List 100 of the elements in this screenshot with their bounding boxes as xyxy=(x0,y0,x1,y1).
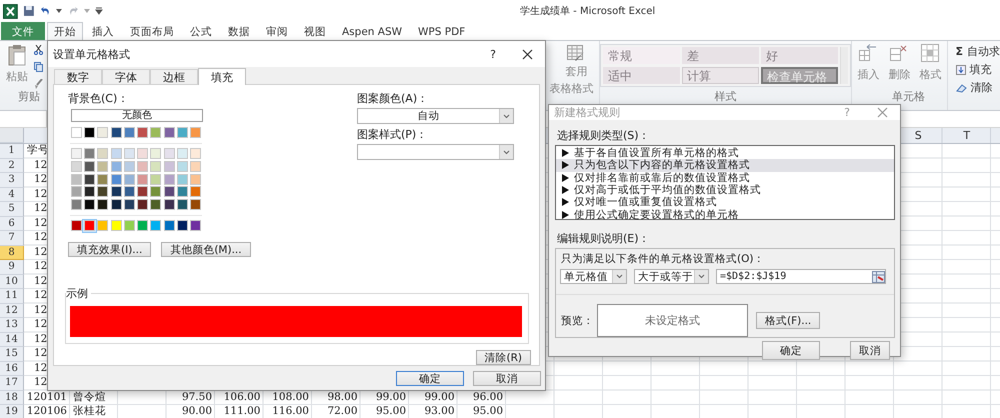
color-swatch[interactable] xyxy=(97,186,108,198)
ribbon-tab[interactable]: 公式 xyxy=(183,22,219,40)
color-swatch[interactable] xyxy=(137,160,148,172)
color-swatch[interactable] xyxy=(70,198,82,210)
color-swatch[interactable] xyxy=(137,186,148,198)
color-swatch[interactable] xyxy=(150,160,162,172)
clear-button[interactable]: 清除(R) xyxy=(476,350,531,365)
editing-command[interactable]: 清除 xyxy=(970,80,992,95)
color-swatch[interactable] xyxy=(70,174,82,185)
color-swatch[interactable] xyxy=(97,220,108,232)
color-swatch[interactable] xyxy=(177,220,188,232)
ribbon-tab[interactable]: WPS PDF xyxy=(411,22,472,40)
color-swatch[interactable] xyxy=(177,174,188,185)
color-swatch[interactable] xyxy=(190,148,202,160)
color-swatch[interactable] xyxy=(97,126,108,138)
color-swatch[interactable] xyxy=(97,198,108,210)
ribbon-tab[interactable]: 插入 xyxy=(85,22,121,40)
row-header[interactable]: 1 xyxy=(0,144,24,158)
caret-icon[interactable] xyxy=(499,145,513,159)
row-header[interactable]: 15 xyxy=(0,347,24,362)
down-arrow-icon[interactable] xyxy=(956,64,966,74)
color-swatch[interactable] xyxy=(124,186,135,198)
color-swatch[interactable] xyxy=(124,198,135,210)
grid-arrow-icon[interactable] xyxy=(859,44,878,62)
eraser-icon[interactable] xyxy=(956,82,966,92)
ribbon-tab[interactable]: 页面布局 xyxy=(123,22,181,40)
row-header[interactable]: 17 xyxy=(0,376,24,390)
scissors-icon[interactable] xyxy=(34,45,43,55)
color-swatch[interactable] xyxy=(84,186,95,198)
rule-type-item[interactable]: 仅对高于或低于平均值的数值设置格式 xyxy=(556,184,894,196)
editing-command[interactable]: 填充 xyxy=(970,62,992,77)
ribbon-tab[interactable]: 审阅 xyxy=(259,22,295,40)
color-swatch[interactable] xyxy=(84,160,95,172)
color-swatch[interactable] xyxy=(150,220,162,232)
color-swatch[interactable] xyxy=(164,126,175,138)
color-swatch[interactable] xyxy=(190,126,202,138)
row-header[interactable]: 6 xyxy=(0,216,24,231)
color-swatch[interactable] xyxy=(190,160,202,172)
row-header[interactable]: 10 xyxy=(0,274,24,289)
color-swatch[interactable] xyxy=(97,160,108,172)
color-swatch[interactable] xyxy=(164,198,175,210)
ribbon-tab[interactable]: 数据 xyxy=(221,22,257,40)
no-color-button[interactable]: 无颜色 xyxy=(71,109,203,122)
editing-command[interactable]: 自动求 xyxy=(967,44,1000,59)
color-swatch[interactable] xyxy=(70,186,82,198)
color-swatch[interactable] xyxy=(84,148,95,160)
row-header[interactable]: 5 xyxy=(0,202,24,216)
column-header[interactable]: T xyxy=(942,128,991,143)
color-swatch[interactable] xyxy=(97,148,108,160)
operator-dropdown[interactable]: 大于或等于 xyxy=(634,269,709,284)
pattern-color-dropdown[interactable]: 自动 xyxy=(357,108,514,124)
row-header[interactable]: 14 xyxy=(0,332,24,347)
copy-icon[interactable] xyxy=(34,62,43,72)
rule-type-item[interactable]: 使用公式确定要设置格式的单元格 xyxy=(556,208,894,221)
row-header[interactable]: 13 xyxy=(0,318,24,332)
color-swatch[interactable] xyxy=(124,126,135,138)
ribbon-tab[interactable]: 文件 xyxy=(1,22,45,40)
format-button[interactable]: 格式(F)... xyxy=(756,312,820,329)
rule-type-item[interactable]: 只为包含以下内容的单元格设置格式 xyxy=(556,159,894,172)
color-swatch[interactable] xyxy=(70,126,82,138)
color-swatch[interactable] xyxy=(110,186,122,198)
rule-type-item[interactable]: 仅对唯一值或重复值设置格式 xyxy=(556,196,894,208)
color-swatch[interactable] xyxy=(177,160,188,172)
customize-caret-icon[interactable] xyxy=(95,7,103,15)
color-swatch[interactable] xyxy=(137,148,148,160)
color-swatch[interactable] xyxy=(137,198,148,210)
color-swatch[interactable] xyxy=(150,186,162,198)
row-header[interactable]: 12 xyxy=(0,304,24,318)
color-swatch[interactable] xyxy=(124,220,135,232)
color-swatch[interactable] xyxy=(177,198,188,210)
excel-logo-icon[interactable] xyxy=(3,4,18,18)
row-header[interactable]: 4 xyxy=(0,188,24,202)
color-swatch[interactable] xyxy=(110,220,122,232)
row-header[interactable]: 11 xyxy=(0,289,24,304)
color-swatch[interactable] xyxy=(190,220,202,232)
dialog-tab[interactable]: 填充 xyxy=(198,68,246,85)
color-swatch[interactable] xyxy=(84,220,95,232)
caret-icon[interactable] xyxy=(694,270,708,283)
range-picker-icon[interactable] xyxy=(872,270,885,282)
color-swatch[interactable] xyxy=(164,148,175,160)
row-header[interactable]: 16 xyxy=(0,362,24,376)
color-swatch[interactable] xyxy=(124,148,135,160)
color-swatch[interactable] xyxy=(137,220,148,232)
formula-input[interactable]: =$D$2:$J$19 xyxy=(716,269,886,284)
color-swatch[interactable] xyxy=(70,148,82,160)
color-swatch[interactable] xyxy=(177,126,188,138)
color-swatch[interactable] xyxy=(150,198,162,210)
color-swatch[interactable] xyxy=(190,186,202,198)
color-swatch[interactable] xyxy=(177,148,188,160)
redo-icon[interactable] xyxy=(67,5,80,17)
color-swatch[interactable] xyxy=(84,174,95,185)
grid-cross-icon[interactable] xyxy=(890,44,908,62)
color-swatch[interactable] xyxy=(110,198,122,210)
color-swatch[interactable] xyxy=(137,126,148,138)
color-swatch[interactable] xyxy=(124,174,135,185)
undo-icon[interactable] xyxy=(40,5,52,17)
color-swatch[interactable] xyxy=(164,174,175,185)
operand-dropdown[interactable]: 单元格值 xyxy=(560,269,627,284)
clipboard-icon[interactable] xyxy=(7,44,27,66)
cancel-button[interactable]: 取消 xyxy=(473,371,541,386)
